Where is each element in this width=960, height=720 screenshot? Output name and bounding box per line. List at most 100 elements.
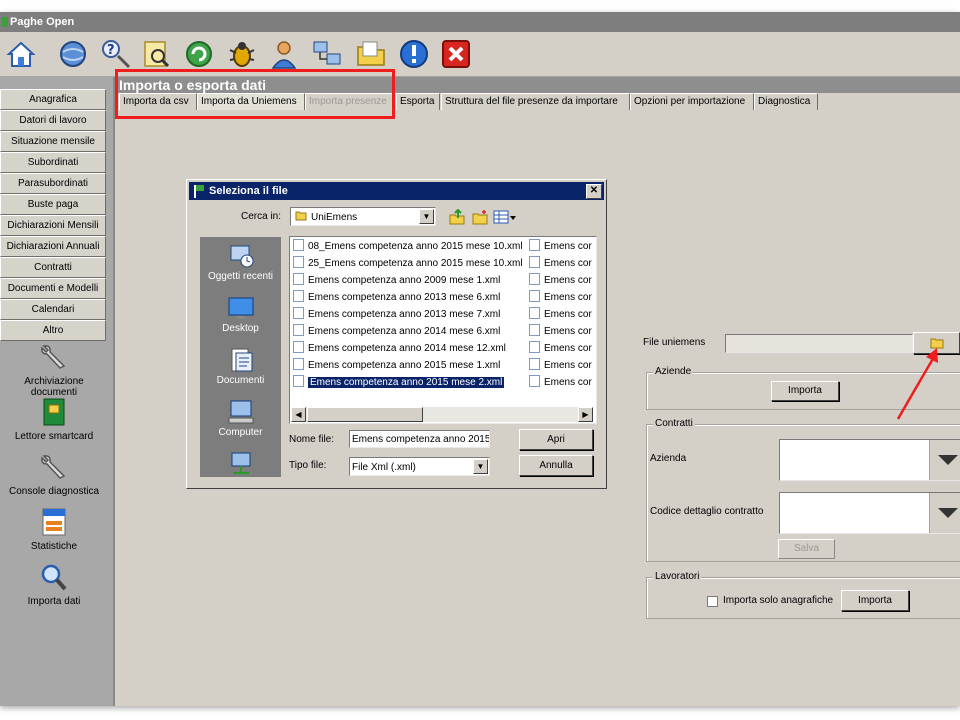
up-folder-icon[interactable] <box>448 209 466 225</box>
list-item[interactable]: Emens cor <box>526 375 592 391</box>
magnifier-icon <box>41 564 67 591</box>
azienda-select[interactable] <box>779 439 960 481</box>
sidebar-item-situazione-mensile[interactable]: Situazione mensile <box>0 131 106 152</box>
list-item[interactable]: 25_Emens competenza anno 2015 mese 10.xm… <box>290 256 523 272</box>
importa-lavoratori-button[interactable]: Importa <box>841 590 909 611</box>
network-icon[interactable] <box>57 38 89 70</box>
list-item[interactable]: Emens cor <box>526 341 592 357</box>
filetype-select[interactable]: File Xml (.xml) ▼ <box>349 457 490 476</box>
list-item[interactable]: Emens cor <box>526 290 592 306</box>
scrollbar-thumb[interactable] <box>307 407 423 422</box>
statistics-icon <box>42 508 66 536</box>
importa-aziende-button[interactable]: Importa <box>771 381 839 401</box>
folder-icon[interactable] <box>355 38 387 70</box>
list-item[interactable]: 08_Emens competenza anno 2015 mese 10.xm… <box>290 239 523 255</box>
tab-importa-da-uniemens[interactable]: Importa da Uniemens <box>197 93 305 110</box>
user-icon[interactable] <box>268 38 300 70</box>
home-icon[interactable] <box>5 38 37 70</box>
salva-button: Salva <box>778 539 835 559</box>
sidebar-item-datori-di-lavoro[interactable]: Datori di lavoro <box>0 110 106 131</box>
list-item-selected[interactable]: Emens competenza anno 2015 mese 2.xml <box>290 375 506 391</box>
list-item[interactable]: Emens competenza anno 2014 mese 6.xml <box>290 324 500 340</box>
codice-dettaglio-contratto-select[interactable] <box>779 492 960 534</box>
scroll-left-icon[interactable]: ◀ <box>291 407 306 422</box>
look-in-label: Cerca in: <box>241 211 282 222</box>
list-item[interactable]: Emens competenza anno 2013 mese 6.xml <box>290 290 500 306</box>
place-desktop[interactable]: Desktop <box>200 295 281 334</box>
xml-file-icon <box>529 324 540 336</box>
list-item[interactable]: Emens competenza anno 2014 mese 12.xml <box>290 341 506 357</box>
search-document-icon[interactable] <box>140 38 172 70</box>
place-label: Oggetti recenti <box>207 271 274 282</box>
new-folder-icon[interactable] <box>471 209 489 225</box>
red-arrow-annotation <box>896 348 938 420</box>
list-item[interactable]: Emens competenza anno 2015 mese 1.xml <box>290 358 500 374</box>
list-item[interactable]: Emens cor <box>526 358 592 374</box>
file-uniemens-field[interactable] <box>725 334 913 353</box>
xml-file-icon <box>293 273 304 285</box>
bug-icon[interactable] <box>226 38 258 70</box>
sidebar-item-calendari[interactable]: Calendari <box>0 299 106 320</box>
list-item[interactable]: Emens cor <box>526 307 592 323</box>
list-item[interactable]: Emens competenza anno 2009 mese 1.xml <box>290 273 500 289</box>
horizontal-scrollbar[interactable]: ◀ ▶ <box>291 407 593 422</box>
sidebar-item-altro[interactable]: Altro <box>0 320 106 341</box>
filename-input[interactable]: Emens competenza anno 2015 <box>349 430 490 448</box>
xml-file-icon <box>529 341 540 353</box>
tab-opzioni-importazione[interactable]: Opzioni per importazione <box>630 93 754 110</box>
xml-file-icon <box>529 239 540 251</box>
tab-struttura-file-presenze[interactable]: Struttura del file presenze da importare <box>441 93 630 110</box>
tab-esporta[interactable]: Esporta <box>396 93 440 110</box>
close-app-icon[interactable] <box>440 38 472 70</box>
look-in-select[interactable]: UniEmens ▼ <box>290 207 436 226</box>
tab-importa-da-csv[interactable]: Importa da csv <box>119 93 197 110</box>
xml-file-icon <box>293 324 304 336</box>
refresh-icon[interactable] <box>183 38 215 70</box>
help-icon[interactable]: ? <box>100 38 132 70</box>
open-button[interactable]: Apri <box>519 429 593 450</box>
chevron-down-icon: ▼ <box>473 459 488 474</box>
sidebar-item-documenti-e-modelli[interactable]: Documenti e Modelli <box>0 278 106 299</box>
cancel-button[interactable]: Annulla <box>519 455 593 476</box>
tab-diagnostica[interactable]: Diagnostica <box>754 93 818 110</box>
computer-network-icon[interactable] <box>311 38 343 70</box>
list-item[interactable]: Emens cor <box>526 239 592 255</box>
list-item[interactable]: Emens cor <box>526 273 592 289</box>
sidebar-item-dichiarazioni-annuali[interactable]: Dichiarazioni Annuali <box>0 236 106 257</box>
sidebar-tool-statistiche[interactable]: Statistiche <box>0 507 108 552</box>
chevron-down-icon <box>929 440 960 480</box>
sidebar-item-anagrafica[interactable]: Anagrafica <box>0 89 106 110</box>
place-oggetti-recenti[interactable]: Oggetti recenti <box>200 243 281 282</box>
sidebar-item-contratti[interactable]: Contratti <box>0 257 106 278</box>
xml-file-icon <box>293 307 304 319</box>
place-documenti[interactable]: Documenti <box>200 347 281 386</box>
sidebar-tool-archiviazione-documenti[interactable]: Archiviazione documenti <box>0 342 108 398</box>
file-chooser-dialog: Seleziona il file ✕ Cerca in: UniEmens ▼… <box>186 179 607 489</box>
place-network[interactable] <box>200 451 281 479</box>
view-menu-icon[interactable] <box>493 209 517 225</box>
sidebar-item-subordinati[interactable]: Subordinati <box>0 152 106 173</box>
xml-file-icon <box>529 290 540 302</box>
xml-file-icon <box>293 256 304 268</box>
list-item[interactable]: Emens cor <box>526 256 592 272</box>
sidebar-tool-importa-dati[interactable]: Importa dati <box>0 562 108 607</box>
sidebar-item-dichiarazioni-mensili[interactable]: Dichiarazioni Mensili <box>0 215 106 236</box>
sidebar-tool-lettore-smartcard[interactable]: Lettore smartcard <box>0 397 108 442</box>
list-item[interactable]: Emens competenza anno 2013 mese 7.xml <box>290 307 500 323</box>
dialog-title: Seleziona il file <box>209 185 288 197</box>
list-item[interactable]: Emens cor <box>526 324 592 340</box>
scroll-right-icon[interactable]: ▶ <box>578 407 593 422</box>
place-computer[interactable]: Computer <box>200 399 281 438</box>
importa-solo-anagrafiche-label: Importa solo anagrafiche <box>723 595 834 606</box>
close-icon[interactable]: ✕ <box>586 184 602 199</box>
lavoratori-group: Lavoratori Importa solo anagrafiche Impo… <box>646 571 960 619</box>
sidebar-item-parasubordinati[interactable]: Parasubordinati <box>0 173 106 194</box>
importa-solo-anagrafiche-checkbox[interactable] <box>707 596 718 607</box>
flag-icon <box>194 185 204 198</box>
sidebar-tool-console-diagnostica[interactable]: Console diagnostica <box>0 452 108 497</box>
xml-file-icon <box>293 290 304 302</box>
filename-label: Nome file: <box>289 434 335 445</box>
recent-items-icon <box>230 245 253 268</box>
sidebar-item-buste-paga[interactable]: Buste paga <box>0 194 106 215</box>
info-icon[interactable] <box>398 38 430 70</box>
